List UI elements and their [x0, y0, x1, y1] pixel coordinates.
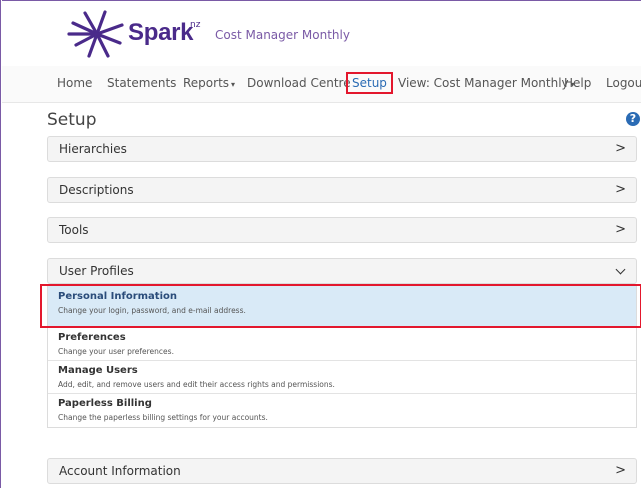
chevron-down-icon: [615, 264, 626, 275]
list-item-preferences[interactable]: Preferences Change your user preferences…: [48, 328, 636, 361]
chevron-right-icon: >: [615, 463, 626, 478]
nav-view-selector-label: View: Cost Manager Monthly: [398, 76, 569, 90]
panel-account-information-label: Account Information: [59, 464, 181, 478]
app-window: Spark nz Cost Manager Monthly Home State…: [0, 0, 641, 488]
nav-logout-label: Logout: [606, 76, 641, 90]
panel-tools[interactable]: Tools >: [47, 217, 637, 243]
panel-descriptions[interactable]: Descriptions >: [47, 177, 637, 203]
nav-help-label: Help: [564, 76, 592, 90]
nav-reports[interactable]: Reports ▾: [183, 72, 235, 94]
list-item-manage-users[interactable]: Manage Users Add, edit, and remove users…: [48, 361, 636, 394]
annotation-highlight-box: [40, 284, 641, 328]
help-icon[interactable]: ?: [626, 112, 640, 126]
list-item-title: Preferences: [58, 332, 126, 343]
list-item-description: Add, edit, and remove users and edit the…: [58, 380, 335, 389]
product-name: Cost Manager Monthly: [215, 28, 350, 42]
header-bar: Spark nz Cost Manager Monthly: [2, 0, 641, 68]
list-item-description: Change your user preferences.: [58, 347, 174, 356]
nav-reports-label: Reports: [183, 76, 230, 90]
panel-account-information[interactable]: Account Information >: [47, 458, 637, 484]
nav-home-label: Home: [57, 76, 93, 90]
page-title: Setup: [47, 110, 97, 130]
nav-statements[interactable]: Statements: [107, 72, 176, 94]
main-nav: Home Statements Reports ▾ Download Centre…: [2, 66, 641, 103]
spark-logo-icon[interactable]: [65, 9, 125, 63]
chevron-right-icon: >: [615, 222, 626, 237]
chevron-down-icon: ▾: [231, 80, 236, 89]
list-item-description: Change the paperless billing settings fo…: [58, 413, 268, 422]
chevron-right-icon: >: [615, 182, 626, 197]
panel-tools-label: Tools: [59, 223, 89, 237]
nav-download-centre-label: Download Centre: [247, 76, 351, 90]
list-item-title: Paperless Billing: [58, 398, 152, 409]
brand-name: Spark: [128, 19, 194, 46]
nav-view-selector[interactable]: View: Cost Manager Monthly ▾: [398, 72, 575, 94]
nav-help[interactable]: Help: [564, 72, 591, 94]
nav-download-centre[interactable]: Download Centre: [247, 72, 351, 94]
nav-statements-label: Statements: [107, 76, 177, 90]
list-item-paperless-billing[interactable]: Paperless Billing Change the paperless b…: [48, 394, 636, 427]
panel-user-profiles[interactable]: User Profiles: [47, 258, 637, 284]
panel-user-profiles-label: User Profiles: [59, 264, 134, 278]
chevron-right-icon: >: [615, 141, 626, 156]
list-item-title: Manage Users: [58, 365, 138, 376]
nav-setup[interactable]: Setup: [346, 72, 393, 94]
brand-superscript: nz: [190, 20, 201, 30]
panel-hierarchies[interactable]: Hierarchies >: [47, 136, 637, 162]
nav-setup-label: Setup: [352, 76, 387, 90]
nav-home[interactable]: Home: [57, 72, 92, 94]
nav-logout[interactable]: Logout: [606, 72, 641, 94]
panel-descriptions-label: Descriptions: [59, 183, 134, 197]
panel-hierarchies-label: Hierarchies: [59, 142, 127, 156]
